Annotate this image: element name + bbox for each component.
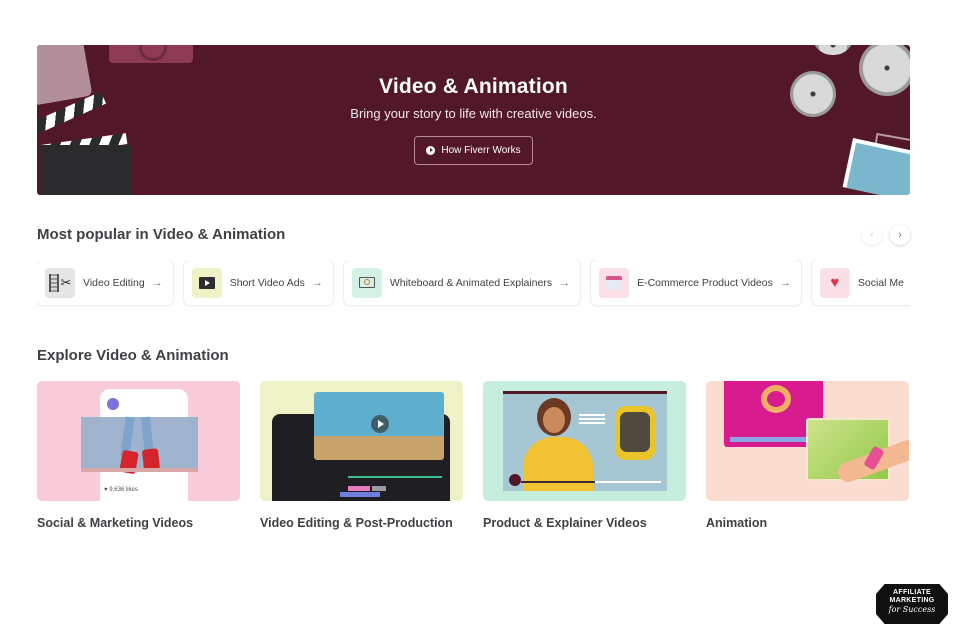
avatar bbox=[107, 398, 119, 410]
explore-cards: ♥ 9,636 likes Social & Marketing Videos … bbox=[37, 381, 909, 530]
logo-line-2: MARKETING bbox=[889, 597, 935, 604]
popular-item-label: Short Video Ads bbox=[229, 276, 305, 289]
whiteboard-icon bbox=[351, 267, 382, 298]
film-scissors-icon: ✂ bbox=[45, 267, 75, 298]
how-fiverr-works-label: How Fiverr Works bbox=[441, 145, 521, 156]
logo-line-3: for Success bbox=[888, 605, 936, 614]
affiliate-marketing-logo: AFFILIATE MARKETING for Success bbox=[876, 584, 948, 624]
heart-play-icon: ♥ bbox=[819, 267, 850, 298]
explore-card-video-editing[interactable]: Video Editing & Post-Production bbox=[260, 381, 463, 530]
popular-item-label: E-Commerce Product Videos bbox=[637, 276, 773, 289]
explore-card-animation[interactable]: Animation bbox=[706, 381, 909, 530]
animation-thumbnail bbox=[706, 381, 909, 501]
hero-title: Video & Animation bbox=[379, 75, 568, 98]
most-popular-heading: Most popular in Video & Animation bbox=[37, 226, 286, 243]
social-marketing-thumbnail: ♥ 9,636 likes bbox=[37, 381, 240, 501]
carousel-next-button[interactable]: › bbox=[890, 225, 910, 245]
camera-decoration bbox=[109, 45, 193, 63]
arrow-right-icon: → bbox=[151, 276, 163, 289]
explore-card-title: Social & Marketing Videos bbox=[37, 516, 194, 530]
chevron-left-icon: ‹ bbox=[870, 229, 874, 241]
play-icon bbox=[371, 415, 389, 433]
film-reel-icon bbox=[812, 45, 854, 55]
chevron-right-icon: › bbox=[898, 229, 902, 241]
hero-banner: Video & Animation Bring your story to li… bbox=[37, 45, 910, 195]
explore-card-social-marketing[interactable]: ♥ 9,636 likes Social & Marketing Videos bbox=[37, 381, 240, 530]
how-fiverr-works-button[interactable]: How Fiverr Works bbox=[414, 136, 533, 165]
popular-item-ecommerce-product-videos[interactable]: E-Commerce Product Videos → bbox=[591, 260, 801, 305]
popular-item-label: Video Editing bbox=[83, 276, 145, 289]
likes-count: ♥ 9,636 likes bbox=[104, 487, 138, 493]
video-editing-thumbnail bbox=[260, 381, 463, 501]
carousel-prev-button[interactable]: ‹ bbox=[862, 225, 882, 245]
play-icon bbox=[509, 474, 521, 486]
popular-item-video-editing[interactable]: ✂ Video Editing → bbox=[37, 260, 173, 305]
play-circle-icon bbox=[426, 146, 436, 155]
explore-card-title: Product & Explainer Videos bbox=[483, 516, 647, 530]
arrow-right-icon: → bbox=[559, 276, 571, 289]
popular-item-short-video-ads[interactable]: Short Video Ads → bbox=[183, 260, 333, 305]
logo-line-1: AFFILIATE bbox=[893, 589, 931, 596]
popular-item-label: Whiteboard & Animated Explainers bbox=[389, 276, 553, 289]
popular-item-label: Social Me bbox=[857, 276, 904, 289]
carousel-nav: ‹ › bbox=[862, 225, 910, 245]
popular-item-social-media[interactable]: ♥ Social Me bbox=[811, 260, 910, 305]
video-screen-icon bbox=[191, 267, 222, 298]
explore-card-title: Video Editing & Post-Production bbox=[260, 516, 453, 530]
explore-card-title: Animation bbox=[706, 516, 768, 530]
arrow-right-icon: → bbox=[779, 276, 791, 289]
explore-card-product-explainer[interactable]: Product & Explainer Videos bbox=[483, 381, 686, 530]
smartwatch-image bbox=[615, 406, 655, 460]
shop-cart-icon bbox=[599, 267, 630, 298]
popular-item-whiteboard-explainers[interactable]: Whiteboard & Animated Explainers → bbox=[343, 260, 581, 305]
explore-heading: Explore Video & Animation bbox=[37, 347, 229, 364]
arrow-right-icon: → bbox=[311, 276, 323, 289]
product-explainer-thumbnail bbox=[483, 381, 686, 501]
hero-subtitle: Bring your story to life with creative v… bbox=[350, 106, 597, 121]
popular-carousel: ✂ Video Editing → Short Video Ads → Whit… bbox=[37, 260, 910, 308]
